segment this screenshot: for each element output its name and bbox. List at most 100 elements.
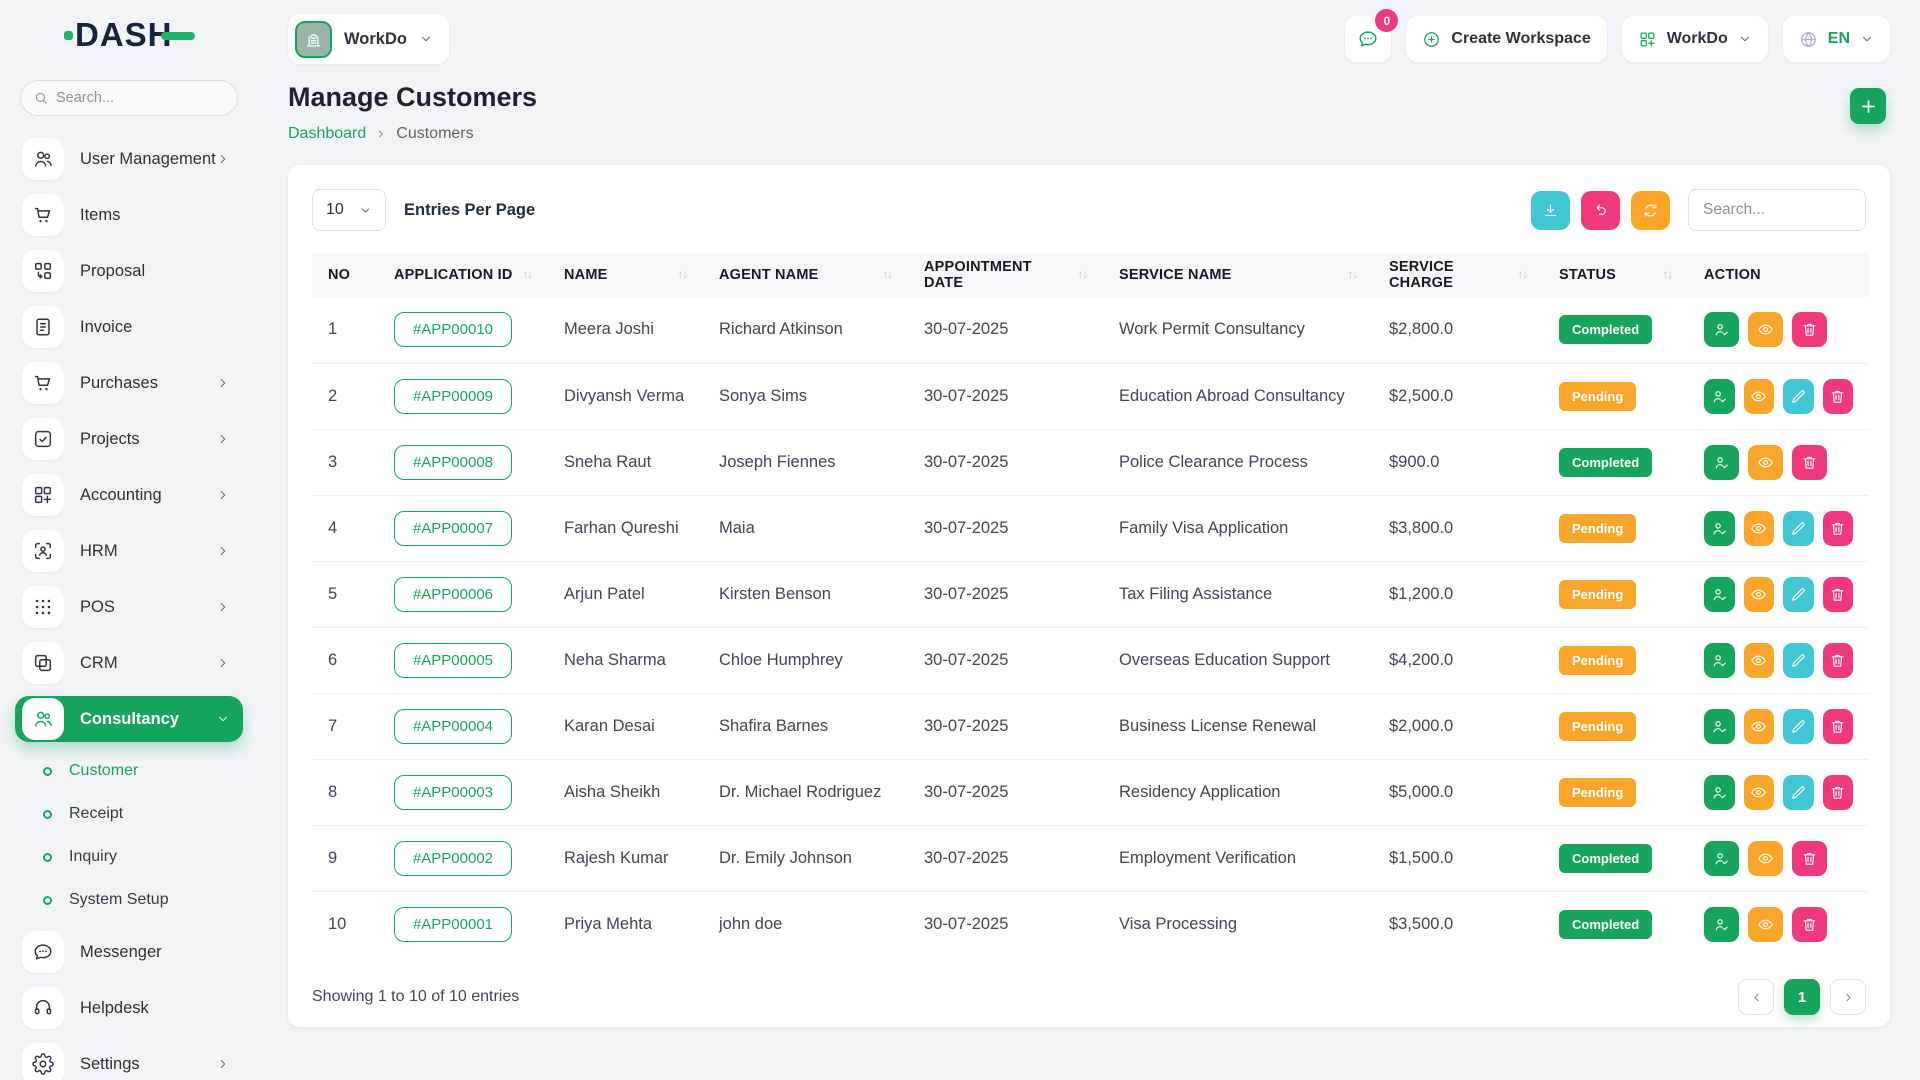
column-header-appointment-date[interactable]: APPOINTMENT DATE↑↓ bbox=[908, 253, 1103, 297]
assign-agent-button[interactable] bbox=[1704, 841, 1739, 876]
chevron-right-icon bbox=[216, 600, 230, 614]
sidebar-item-consultancy[interactable]: Consultancy bbox=[15, 696, 243, 742]
edit-button[interactable] bbox=[1783, 511, 1814, 546]
pagination-next-button[interactable] bbox=[1830, 979, 1866, 1015]
view-button[interactable] bbox=[1748, 312, 1783, 347]
application-id-badge: #APP00007 bbox=[394, 511, 512, 546]
delete-button[interactable] bbox=[1823, 511, 1854, 546]
pagination-prev-button[interactable] bbox=[1738, 979, 1774, 1015]
dot-icon bbox=[43, 767, 52, 776]
assign-agent-button[interactable] bbox=[1704, 379, 1735, 414]
assign-agent-button[interactable] bbox=[1704, 445, 1739, 480]
sidebar-item-pos[interactable]: POS bbox=[15, 584, 243, 630]
application-id-badge: #APP00002 bbox=[394, 841, 512, 876]
column-header-name[interactable]: NAME↑↓ bbox=[548, 253, 703, 297]
entries-per-page-select[interactable]: 10 bbox=[312, 189, 386, 231]
sidebar-subitem-inquiry[interactable]: Inquiry bbox=[43, 838, 243, 876]
sidebar-item-helpdesk[interactable]: Helpdesk bbox=[15, 985, 243, 1031]
delete-button[interactable] bbox=[1823, 577, 1854, 612]
sidebar-item-accounting[interactable]: Accounting bbox=[15, 472, 243, 518]
showing-entries-text: Showing 1 to 10 of 10 entries bbox=[312, 988, 519, 1006]
main-area: WorkDo 0 Create Workspace WorkDo EN bbox=[258, 0, 1920, 1027]
breadcrumb-dashboard-link[interactable]: Dashboard bbox=[288, 125, 366, 143]
edit-button[interactable] bbox=[1783, 577, 1814, 612]
edit-button[interactable] bbox=[1783, 709, 1814, 744]
view-button[interactable] bbox=[1744, 775, 1775, 810]
sidebar-item-projects[interactable]: Projects bbox=[15, 416, 243, 462]
search-icon bbox=[34, 91, 48, 105]
user-scan-icon bbox=[22, 530, 64, 572]
delete-button[interactable] bbox=[1823, 379, 1854, 414]
refresh-button[interactable] bbox=[1631, 191, 1670, 230]
view-button[interactable] bbox=[1744, 709, 1775, 744]
sidebar-item-hrm[interactable]: HRM bbox=[15, 528, 243, 574]
delete-button[interactable] bbox=[1792, 907, 1827, 942]
create-workspace-button[interactable]: Create Workspace bbox=[1406, 16, 1606, 62]
cell-name: Priya Mehta bbox=[548, 891, 703, 957]
assign-agent-button[interactable] bbox=[1704, 312, 1739, 347]
grid-plus-icon bbox=[22, 474, 64, 516]
sidebar-subitem-receipt[interactable]: Receipt bbox=[43, 795, 243, 833]
messages-button[interactable]: 0 bbox=[1345, 16, 1391, 62]
table-search-input[interactable] bbox=[1688, 189, 1866, 231]
add-customer-button[interactable] bbox=[1850, 88, 1886, 124]
delete-button[interactable] bbox=[1792, 312, 1827, 347]
language-selector[interactable]: EN bbox=[1783, 16, 1890, 62]
app-logo[interactable]: DASH bbox=[0, 0, 258, 70]
sidebar-search[interactable] bbox=[20, 80, 238, 116]
sidebar-item-purchases[interactable]: Purchases bbox=[15, 360, 243, 406]
sidebar-item-crm[interactable]: CRM bbox=[15, 640, 243, 686]
assign-agent-button[interactable] bbox=[1704, 775, 1735, 810]
sidebar-item-messenger[interactable]: Messenger bbox=[15, 929, 243, 975]
sidebar-item-settings[interactable]: Settings bbox=[15, 1041, 243, 1080]
column-header-service-charge[interactable]: SERVICE CHARGE↑↓ bbox=[1373, 253, 1543, 297]
delete-button[interactable] bbox=[1823, 775, 1854, 810]
assign-agent-button[interactable] bbox=[1704, 577, 1735, 612]
view-button[interactable] bbox=[1748, 907, 1783, 942]
column-header-application-id[interactable]: APPLICATION ID↑↓ bbox=[378, 253, 548, 297]
workdo-menu-button[interactable]: WorkDo bbox=[1622, 16, 1768, 62]
column-header-status[interactable]: STATUS↑↓ bbox=[1543, 253, 1688, 297]
view-button[interactable] bbox=[1744, 643, 1775, 678]
cell-agent-name: Chloe Humphrey bbox=[703, 627, 908, 693]
edit-button[interactable] bbox=[1783, 775, 1814, 810]
cell-appointment-date: 30-07-2025 bbox=[908, 495, 1103, 561]
view-button[interactable] bbox=[1744, 379, 1775, 414]
row-actions bbox=[1704, 907, 1853, 942]
delete-button[interactable] bbox=[1823, 709, 1854, 744]
assign-agent-button[interactable] bbox=[1704, 511, 1735, 546]
assign-agent-button[interactable] bbox=[1704, 643, 1735, 678]
sidebar-item-proposal[interactable]: Proposal bbox=[15, 248, 243, 294]
column-header-service-name[interactable]: SERVICE NAME↑↓ bbox=[1103, 253, 1373, 297]
cell-name: Divyansh Verma bbox=[548, 363, 703, 429]
sidebar-subitem-customer[interactable]: Customer bbox=[43, 752, 243, 790]
cell-service-charge: $1,200.0 bbox=[1373, 561, 1543, 627]
sidebar-item-user-management[interactable]: User Management bbox=[15, 136, 243, 182]
workspace-name: WorkDo bbox=[344, 30, 407, 49]
sidebar-item-invoice[interactable]: Invoice bbox=[15, 304, 243, 350]
workdo-menu-label: WorkDo bbox=[1667, 30, 1728, 48]
assign-agent-button[interactable] bbox=[1704, 709, 1735, 744]
edit-button[interactable] bbox=[1783, 379, 1814, 414]
sidebar-search-input[interactable] bbox=[56, 90, 206, 106]
view-button[interactable] bbox=[1748, 445, 1783, 480]
view-button[interactable] bbox=[1744, 577, 1775, 612]
sidebar-subitem-system-setup[interactable]: System Setup bbox=[43, 881, 243, 919]
delete-button[interactable] bbox=[1792, 445, 1827, 480]
delete-button[interactable] bbox=[1792, 841, 1827, 876]
assign-agent-button[interactable] bbox=[1704, 907, 1739, 942]
pagination-page-1-button[interactable]: 1 bbox=[1784, 979, 1820, 1015]
view-button[interactable] bbox=[1744, 511, 1775, 546]
view-button[interactable] bbox=[1748, 841, 1783, 876]
cell-no: 1 bbox=[312, 297, 378, 363]
export-button[interactable] bbox=[1531, 191, 1570, 230]
cell-service-name: Tax Filing Assistance bbox=[1103, 561, 1373, 627]
edit-button[interactable] bbox=[1783, 643, 1814, 678]
column-header-agent-name[interactable]: AGENT NAME↑↓ bbox=[703, 253, 908, 297]
sort-icon: ↑↓ bbox=[678, 269, 688, 281]
row-actions bbox=[1704, 379, 1853, 414]
sidebar-item-items[interactable]: Items bbox=[15, 192, 243, 238]
workspace-selector[interactable]: WorkDo bbox=[288, 14, 449, 64]
delete-button[interactable] bbox=[1823, 643, 1854, 678]
reset-button[interactable] bbox=[1581, 191, 1620, 230]
